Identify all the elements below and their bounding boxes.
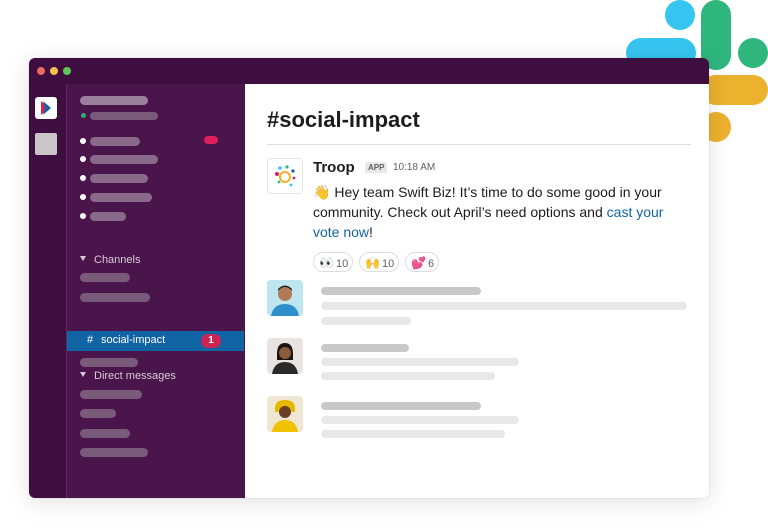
user-name-placeholder	[90, 112, 158, 120]
channels-section-header[interactable]: Channels	[80, 254, 140, 266]
avatar[interactable]	[267, 338, 303, 374]
nav-item-bullet	[80, 138, 86, 144]
maximize-window-button[interactable]	[63, 67, 71, 75]
nav-item-bullet	[80, 156, 86, 162]
nav-item-placeholder[interactable]	[90, 174, 148, 183]
reaction-count: 6	[427, 258, 435, 270]
reaction-raised-hands[interactable]: 🙌 10	[359, 252, 399, 272]
unread-badge: 1	[201, 334, 221, 348]
close-window-button[interactable]	[37, 67, 45, 75]
avatar[interactable]	[267, 280, 303, 316]
dm-placeholder[interactable]	[80, 409, 116, 418]
minimize-window-button[interactable]	[50, 67, 58, 75]
title-bar	[29, 58, 709, 84]
workspace-icon-swift-biz[interactable]	[35, 97, 57, 119]
channels-header-label: Channels	[94, 254, 141, 266]
channel-placeholder[interactable]	[80, 293, 150, 302]
eyes-emoji: 👀	[319, 256, 334, 270]
hash-icon: #	[87, 334, 94, 346]
workspace-name-placeholder	[80, 96, 148, 105]
workspace-logo-icon	[41, 101, 51, 115]
nav-item-bullet	[80, 194, 86, 200]
workspace-icon-2[interactable]	[35, 133, 57, 155]
caret-down-icon	[80, 256, 86, 261]
dms-header-label: Direct messages	[94, 370, 176, 382]
message-timestamp[interactable]: 10:18 AM	[393, 162, 435, 173]
message-placeholder	[321, 416, 519, 424]
troop-logo-icon	[275, 165, 296, 187]
reaction-eyes[interactable]: 👀 10	[313, 252, 353, 272]
message-placeholder	[321, 287, 481, 295]
nav-item-bullet	[80, 213, 86, 219]
message-placeholder	[321, 372, 495, 380]
channel-view: #social-impact Troop APP 10:18 AM 👋 Hey …	[245, 84, 709, 498]
message-placeholder	[321, 344, 409, 352]
app-tag: APP	[365, 162, 388, 173]
workspace-rail	[29, 84, 66, 498]
nav-item-placeholder[interactable]	[90, 212, 126, 221]
message-text-end: !	[369, 224, 373, 240]
person-avatar-icon	[267, 396, 303, 432]
troop-app-avatar[interactable]	[267, 158, 303, 194]
message-placeholder	[321, 358, 519, 366]
dm-placeholder[interactable]	[80, 429, 130, 438]
message-sender[interactable]: Troop	[313, 159, 355, 176]
two-hearts-emoji: 💕	[411, 256, 426, 270]
raised-hands-emoji: 🙌	[365, 256, 380, 270]
sidebar-item-social-impact[interactable]: # social-impact 1	[67, 331, 244, 351]
nav-item-placeholder[interactable]	[90, 155, 158, 164]
status-online-dot	[81, 113, 86, 118]
person-avatar-icon	[267, 338, 303, 374]
page-title: #social-impact	[267, 107, 420, 132]
caret-down-icon	[80, 372, 86, 377]
message-placeholder	[321, 430, 505, 438]
nav-item-badge-placeholder	[204, 136, 218, 144]
wave-emoji: 👋	[313, 184, 331, 200]
app-window: Channels # social-impact 1 Direct messag…	[29, 58, 709, 498]
channel-name: social-impact	[101, 334, 166, 346]
message-placeholder	[321, 402, 481, 410]
avatar[interactable]	[267, 396, 303, 432]
dm-placeholder[interactable]	[80, 390, 142, 399]
person-avatar-icon	[267, 280, 303, 316]
reaction-two-hearts[interactable]: 💕 6	[405, 252, 439, 272]
reaction-count: 10	[381, 258, 395, 270]
nav-item-bullet	[80, 175, 86, 181]
channel-placeholder[interactable]	[80, 358, 138, 367]
sidebar: Channels # social-impact 1 Direct messag…	[66, 84, 245, 498]
dm-placeholder[interactable]	[80, 448, 148, 457]
direct-messages-section-header[interactable]: Direct messages	[80, 370, 176, 382]
nav-item-placeholder[interactable]	[90, 137, 140, 146]
nav-item-placeholder[interactable]	[90, 193, 152, 202]
channel-placeholder[interactable]	[80, 273, 130, 282]
message-placeholder	[321, 302, 687, 310]
message-body: 👋 Hey team Swift Biz! It’s time to do so…	[313, 182, 673, 242]
message-placeholder	[321, 317, 411, 325]
reaction-count: 10	[335, 258, 349, 270]
header-divider	[267, 144, 691, 145]
